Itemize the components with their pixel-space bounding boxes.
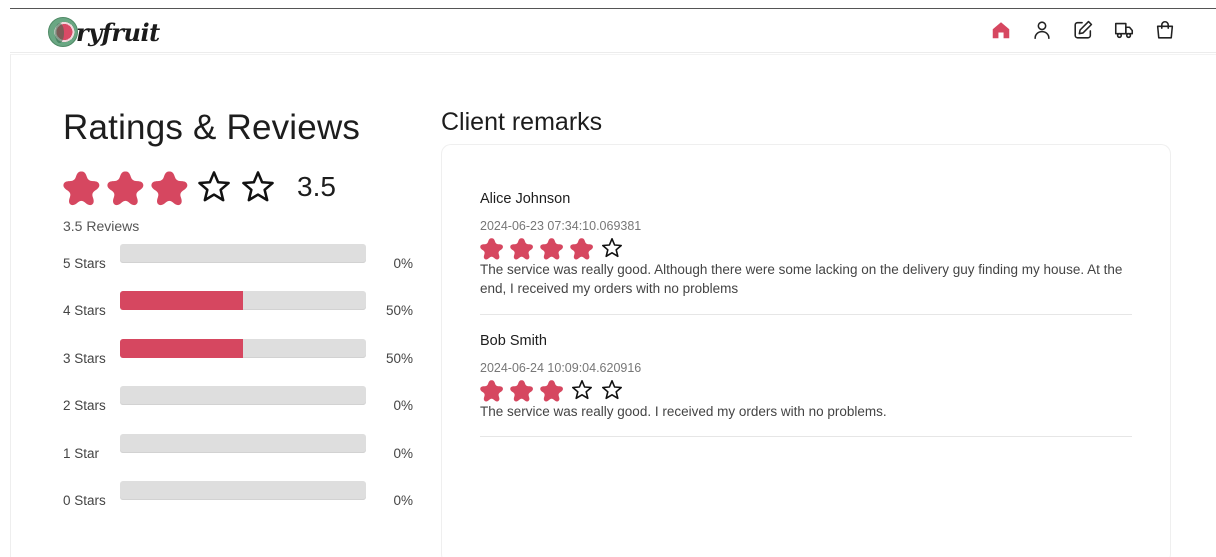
review-date: 2024-06-24 10:09:04.620916 [480, 361, 642, 375]
rating-bar-fill [120, 338, 243, 358]
star-filled-icon [63, 171, 100, 206]
rating-bar-percent: 0% [393, 256, 413, 271]
star-filled-icon [570, 238, 593, 260]
rating-bar-label: 3 Stars [63, 350, 106, 366]
review-star-rating [480, 236, 1132, 260]
ratings-panel: Ratings & Reviews 3.5 3.5 Reviews 5 Star… [63, 108, 423, 508]
review-text: The service was really good. I received … [480, 404, 887, 419]
rating-bar-fill [120, 291, 243, 311]
watermelon-logo-icon [48, 17, 78, 47]
rating-bar-percent: 0% [393, 398, 413, 414]
review-text: The service was really good. Although th… [480, 262, 1123, 296]
navbar: ryfruit [10, 9, 1216, 53]
rating-bar-row: 3 Stars 50% [63, 338, 423, 386]
star-filled-icon [510, 238, 533, 260]
brand-name: ryfruit [76, 17, 160, 47]
edit-icon[interactable] [1072, 19, 1094, 41]
star-filled-icon [540, 238, 563, 260]
rating-bar-label: 4 Stars [63, 303, 106, 319]
star-outline-icon [602, 238, 622, 258]
rating-bar-label: 5 Stars [63, 256, 106, 271]
nav-icon-bar [990, 19, 1176, 41]
review-date: 2024-06-23 07:34:10.069381 [480, 219, 642, 233]
star-outline-icon [198, 171, 230, 202]
rating-bar-percent: 0% [393, 492, 413, 508]
user-icon[interactable] [1031, 19, 1053, 41]
delivery-truck-icon[interactable] [1113, 19, 1135, 41]
rating-bar-row: 0 Stars 0% [63, 480, 423, 528]
rating-bar-row: 5 Stars 0% [63, 244, 423, 291]
star-filled-icon [480, 380, 503, 402]
rating-breakdown: 5 Stars 0% 4 Stars 50% 3 Stars 50% 2 Stars 0% 1 … [63, 244, 423, 528]
rating-bar-percent: 0% [393, 445, 413, 461]
reviewer-name: Alice Johnson [480, 191, 571, 207]
review-item: Bob Smith 2024-06-24 10:09:04.620916 The… [480, 333, 1132, 437]
star-filled-icon [510, 380, 533, 402]
rating-bar-track [120, 433, 366, 453]
home-icon[interactable] [990, 19, 1012, 41]
page-title: Ratings & Reviews [63, 108, 361, 147]
rating-bar-track [120, 386, 366, 406]
star-filled-icon [480, 238, 503, 260]
rating-bar-track [120, 338, 366, 358]
star-filled-icon [151, 171, 188, 206]
star-filled-icon [107, 171, 144, 206]
remarks-card: Alice Johnson 2024-06-23 07:34:10.069381… [441, 144, 1171, 557]
client-remarks-panel: Client remarks Alice Johnson 2024-06-23 … [441, 108, 1171, 557]
rating-bar-track [120, 480, 366, 500]
rating-bar-label: 1 Star [63, 445, 100, 461]
rating-bar-row: 4 Stars 50% [63, 291, 423, 338]
rating-summary: 3.5 [63, 168, 336, 206]
rating-bar-track [120, 244, 366, 263]
section-title: Client remarks [441, 108, 603, 136]
review-item: Alice Johnson 2024-06-23 07:34:10.069381… [480, 191, 1132, 315]
shopping-bag-icon[interactable] [1154, 19, 1176, 41]
reviewer-name: Bob Smith [480, 333, 547, 349]
star-outline-icon [572, 380, 592, 400]
rating-bar-percent: 50% [385, 303, 413, 319]
review-count: 3.5 Reviews [63, 218, 140, 234]
review-star-rating [480, 378, 1132, 402]
rating-bar-row: 2 Stars 0% [63, 386, 423, 433]
rating-bar-row: 1 Star 0% [63, 433, 423, 481]
rating-bar-percent: 50% [385, 350, 413, 366]
star-outline-icon [242, 171, 274, 202]
average-rating-value: 3.5 [297, 171, 336, 202]
rating-bar-label: 0 Stars [63, 492, 106, 508]
star-outline-icon [602, 380, 622, 400]
rating-bar-track [120, 291, 366, 311]
brand-logo[interactable]: ryfruit [48, 15, 160, 49]
star-filled-icon [540, 380, 563, 402]
rating-bar-label: 2 Stars [63, 398, 106, 414]
average-star-rating [63, 168, 277, 206]
